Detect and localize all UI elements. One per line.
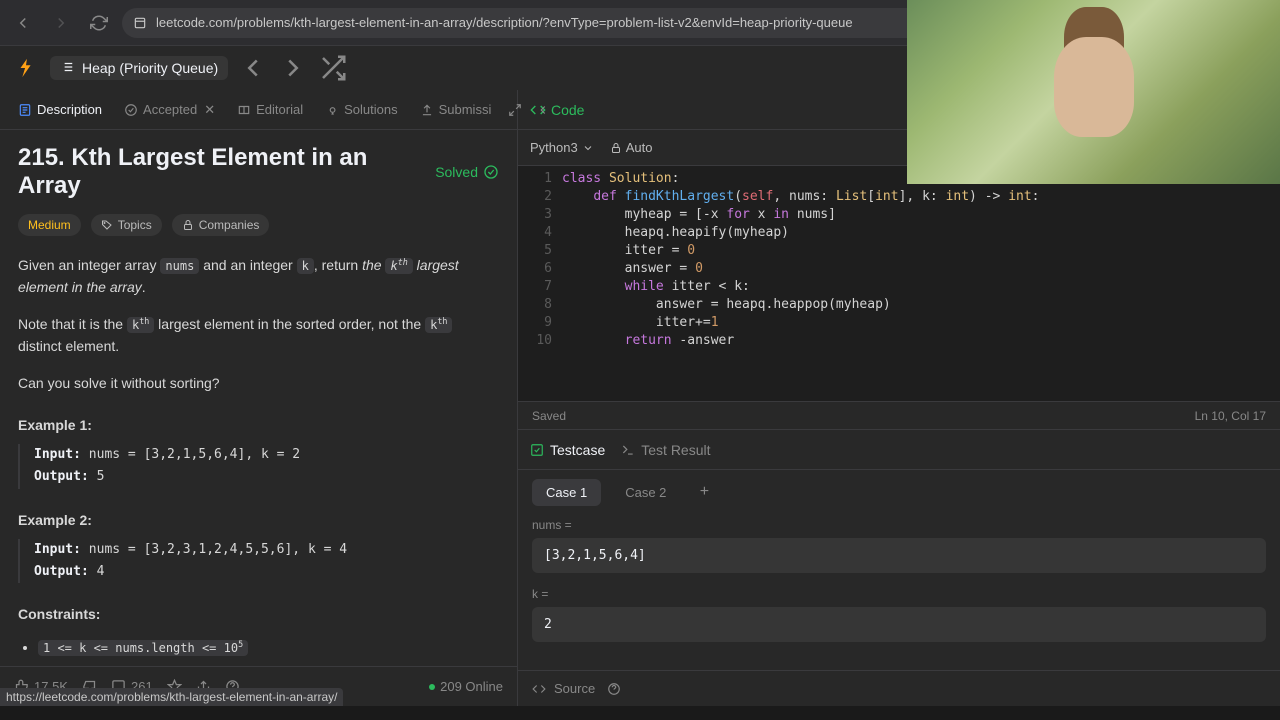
- code-icon: [532, 682, 546, 696]
- constraints-list: 1 <= k <= nums.length <= 105 -104 <= num…: [18, 636, 499, 667]
- tab-solutions[interactable]: Solutions: [315, 96, 407, 123]
- saved-label: Saved: [532, 409, 566, 423]
- problem-panel: Description Accepted✕ Editorial Solution…: [0, 90, 518, 706]
- code-lines[interactable]: class Solution: def findKthLargest(self,…: [562, 170, 1280, 401]
- code-status-bar: Saved Ln 10, Col 17: [518, 401, 1280, 429]
- list-icon: [60, 60, 76, 76]
- example2-block: Input: nums = [3,2,3,1,2,4,5,5,6], k = 4…: [18, 539, 499, 583]
- tab-editorial[interactable]: Editorial: [227, 96, 313, 123]
- status-bar-url: https://leetcode.com/problems/kth-larges…: [0, 688, 343, 706]
- case-1-chip[interactable]: Case 1: [532, 479, 601, 506]
- constraints-label: Constraints:: [18, 603, 499, 625]
- difficulty-chip: Medium: [18, 214, 81, 236]
- online-count: 209 Online: [429, 679, 503, 694]
- auto-button[interactable]: Auto: [610, 140, 653, 155]
- lock-icon: [182, 219, 194, 231]
- cursor-pos: Ln 10, Col 17: [1195, 409, 1266, 423]
- webcam-overlay: [907, 0, 1280, 184]
- shuffle-button[interactable]: [318, 53, 348, 83]
- url-text: leetcode.com/problems/kth-largest-elemen…: [156, 15, 853, 30]
- prev-problem-button[interactable]: [238, 53, 268, 83]
- case-2-chip[interactable]: Case 2: [611, 479, 680, 506]
- close-icon[interactable]: ✕: [204, 102, 215, 118]
- chevron-down-icon: [582, 142, 594, 154]
- forward-button[interactable]: [46, 8, 76, 38]
- lock-icon: [610, 142, 622, 154]
- topic-label: Heap (Priority Queue): [82, 60, 218, 76]
- k-label: k =: [532, 587, 1266, 601]
- tab-test-result[interactable]: Test Result: [621, 442, 710, 458]
- tab-submissions[interactable]: Submissi: [410, 96, 502, 123]
- next-problem-button[interactable]: [278, 53, 308, 83]
- check-square-icon: [530, 443, 544, 457]
- tab-accepted[interactable]: Accepted✕: [114, 96, 225, 124]
- example1-label: Example 1:: [18, 414, 499, 436]
- line-gutter: 12345678910: [518, 170, 562, 401]
- code-editor[interactable]: 12345678910 class Solution: def findKthL…: [518, 166, 1280, 401]
- tag-icon: [101, 219, 113, 231]
- expand-button[interactable]: [503, 98, 527, 122]
- companies-chip[interactable]: Companies: [172, 214, 270, 236]
- k-input[interactable]: 2: [532, 607, 1266, 642]
- check-circle-icon: [483, 164, 499, 180]
- tab-testcase[interactable]: Testcase: [530, 442, 605, 458]
- topics-chip[interactable]: Topics: [91, 214, 162, 236]
- testcase-panel: Testcase Test Result Case 1 Case 2 + num…: [518, 429, 1280, 706]
- example2-label: Example 2:: [18, 509, 499, 531]
- back-button[interactable]: [8, 8, 38, 38]
- collapse-button[interactable]: [531, 98, 555, 122]
- leetcode-logo[interactable]: [12, 54, 40, 82]
- nums-label: nums =: [532, 518, 1266, 532]
- nums-input[interactable]: [3,2,1,5,6,4]: [532, 538, 1266, 573]
- problem-list-chip[interactable]: Heap (Priority Queue): [50, 56, 228, 80]
- language-select[interactable]: Python3: [530, 140, 594, 155]
- add-case-button[interactable]: +: [690, 478, 718, 506]
- terminal-icon: [621, 443, 635, 457]
- question-icon[interactable]: [607, 682, 621, 696]
- problem-description: Given an integer array nums and an integ…: [18, 254, 499, 666]
- solved-badge: Solved: [435, 164, 499, 180]
- site-info-icon[interactable]: [132, 15, 148, 31]
- problem-content[interactable]: 215. Kth Largest Element in an Array Sol…: [0, 130, 517, 666]
- example1-block: Input: nums = [3,2,1,5,6,4], k = 2 Outpu…: [18, 444, 499, 488]
- reload-button[interactable]: [84, 8, 114, 38]
- code-header-label: Code: [551, 102, 584, 118]
- source-bar: Source: [518, 670, 1280, 706]
- tab-description[interactable]: Description: [8, 96, 112, 123]
- left-tabs: Description Accepted✕ Editorial Solution…: [0, 90, 517, 130]
- problem-title: 215. Kth Largest Element in an Array: [18, 144, 435, 200]
